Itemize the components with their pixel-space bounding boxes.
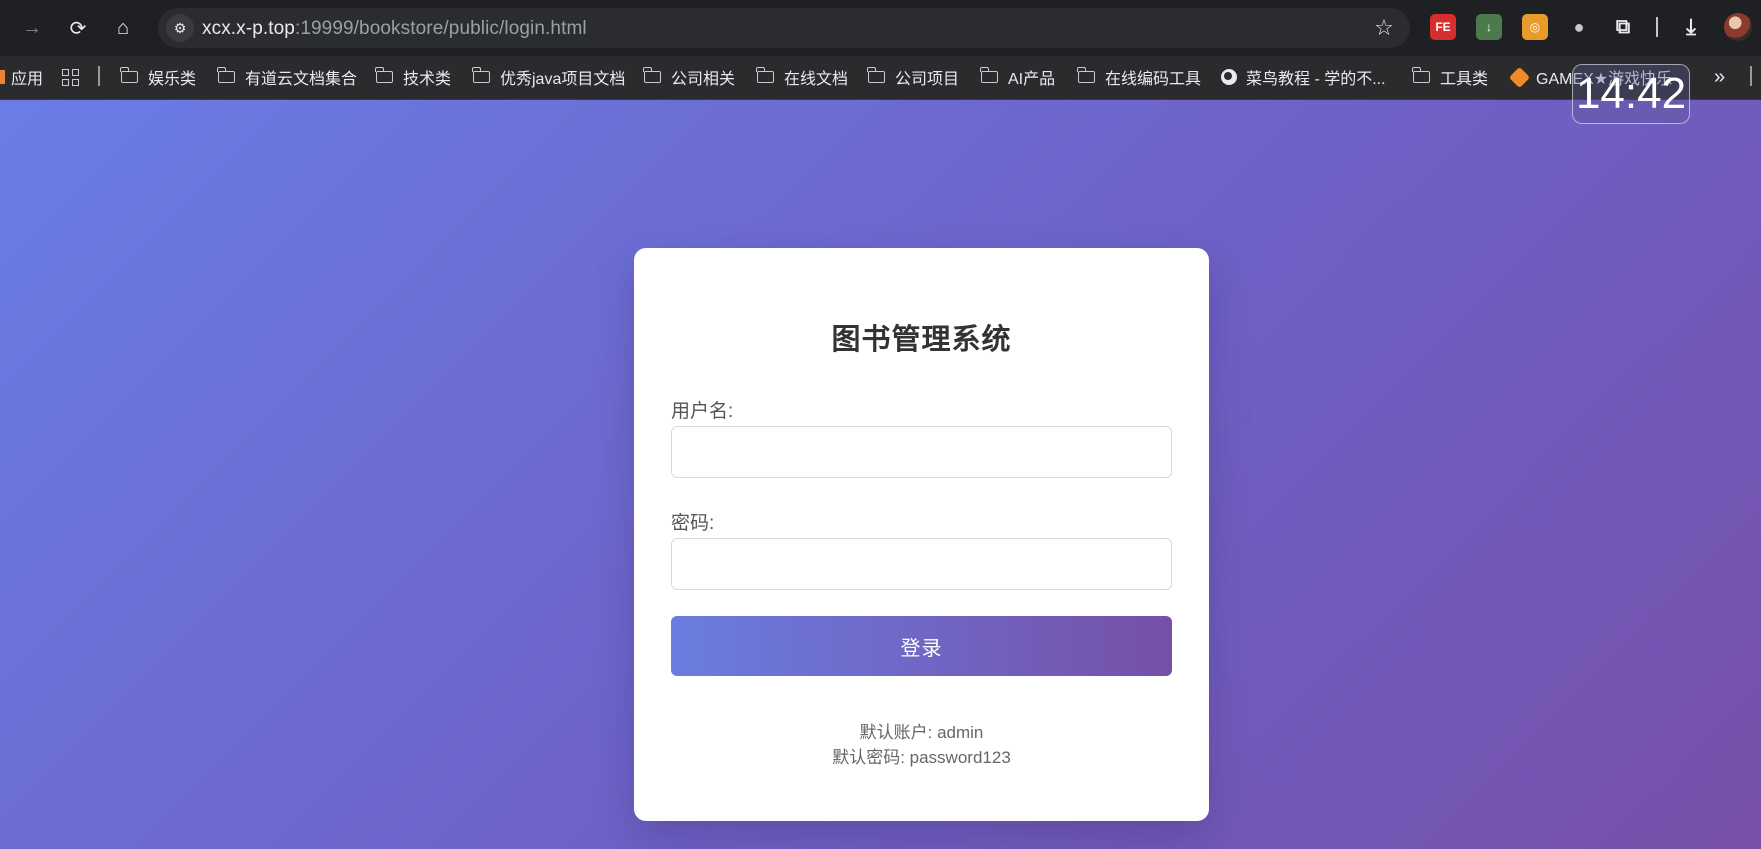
site-info-icon[interactable]: ⚙ [166, 14, 194, 42]
bookmark-folder[interactable]: 有道云文档集合 [217, 66, 358, 88]
extensions-puzzle-icon[interactable]: ⧉ [1610, 14, 1636, 40]
url-text[interactable]: xcx.x-p.top:19999/bookstore/public/login… [202, 18, 587, 40]
folder-icon [472, 67, 490, 83]
login-page-background: 图书管理系统 用户名: 密码: 登录 默认账户: admin 默认密码: pas… [0, 100, 1761, 849]
bookmark-link[interactable]: 菜鸟教程 - 学的不... [1221, 66, 1386, 88]
bookmark-star-icon[interactable]: ☆ [1370, 14, 1398, 42]
clock-overlay: 14:42 [1572, 64, 1690, 124]
password-input[interactable] [671, 538, 1172, 590]
game-icon [1508, 66, 1531, 88]
bookmark-folder[interactable]: 娱乐类 [120, 66, 197, 88]
folder-icon [1077, 67, 1095, 83]
bookmark-label: AI产品 [1008, 71, 1056, 88]
bookmark-label: 公司相关 [671, 71, 736, 88]
fe-extension-icon[interactable]: FE [1430, 14, 1456, 40]
bookmark-apps[interactable]: 应用 [0, 66, 43, 88]
default-password-hint: 默认密码: password123 [832, 748, 1011, 767]
browser-toolbar: → ⟳ ⌂ ⚙ xcx.x-p.top:19999/bookstore/publ… [0, 0, 1761, 56]
folder-icon [375, 67, 393, 83]
bookmark-label: 技术类 [403, 71, 452, 88]
folder-icon [980, 67, 998, 83]
bookmark-label: 工具类 [1440, 71, 1489, 88]
apps-icon [0, 70, 5, 84]
bookmark-label: 优秀java项目文档 [500, 71, 626, 88]
bookmark-label: 有道云文档集合 [245, 71, 358, 88]
globe-icon [1221, 69, 1237, 85]
bookmark-folder[interactable]: 公司项目 [867, 66, 960, 88]
folder-icon [867, 67, 885, 83]
toolbar-divider [1656, 17, 1658, 37]
login-card: 图书管理系统 用户名: 密码: 登录 默认账户: admin 默认密码: pas… [634, 248, 1209, 821]
folder-icon [756, 67, 774, 83]
bookmark-divider [98, 66, 100, 86]
bookmark-label: 公司项目 [895, 71, 960, 88]
url-host: xcx.x-p.top [202, 18, 295, 39]
bookmark-folder[interactable]: 在线编码工具 [1077, 66, 1202, 88]
reload-icon[interactable]: ⟳ [62, 12, 94, 44]
password-label: 密码: [671, 513, 715, 534]
bookmark-folder[interactable]: AI产品 [980, 66, 1056, 88]
username-label: 用户名: [671, 401, 734, 422]
bookmark-folder[interactable]: 公司相关 [643, 66, 736, 88]
bookmark-divider [1750, 66, 1752, 86]
bookmarks-overflow-icon[interactable]: » [1714, 66, 1725, 88]
folder-icon [120, 67, 138, 83]
bookmark-label: 菜鸟教程 - 学的不... [1246, 71, 1386, 88]
bookmark-folder[interactable]: 优秀java项目文档 [472, 66, 626, 88]
download-extension-icon[interactable]: ↓ [1476, 14, 1502, 40]
settings-extension-icon[interactable]: ◎ [1522, 14, 1548, 40]
bookmark-folder[interactable]: 技术类 [375, 66, 452, 88]
bookmark-folder[interactable]: 工具类 [1412, 66, 1489, 88]
forward-icon[interactable]: → [16, 12, 48, 44]
folder-icon [643, 67, 661, 83]
address-bar[interactable]: ⚙ xcx.x-p.top:19999/bookstore/public/log… [158, 8, 1410, 48]
bookmark-folder[interactable]: 在线文档 [756, 66, 849, 88]
cookie-extension-icon[interactable]: ● [1566, 14, 1592, 40]
bookmark-label: 在线文档 [784, 71, 849, 88]
folder-icon [1412, 67, 1430, 83]
home-icon[interactable]: ⌂ [107, 12, 139, 44]
grid-icon [62, 68, 79, 86]
bookmark-label: 应用 [11, 71, 44, 88]
bookmark-label: 娱乐类 [148, 71, 197, 88]
page-title: 图书管理系统 [831, 324, 1012, 356]
username-input[interactable] [671, 426, 1172, 478]
profile-avatar[interactable] [1724, 13, 1752, 41]
login-button[interactable]: 登录 [671, 616, 1172, 676]
downloads-icon[interactable]: ⤓ [1678, 14, 1704, 40]
default-account-hint: 默认账户: admin [859, 723, 984, 742]
bookmark-grid[interactable] [62, 66, 79, 88]
url-path: :19999/bookstore/public/login.html [294, 18, 587, 39]
bookmark-label: 在线编码工具 [1105, 71, 1202, 88]
folder-icon [217, 67, 235, 83]
bookmarks-bar: 应用 娱乐类 有道云文档集合 技术类 优秀java项目文档 公司相关 在线文档 … [0, 56, 1761, 100]
